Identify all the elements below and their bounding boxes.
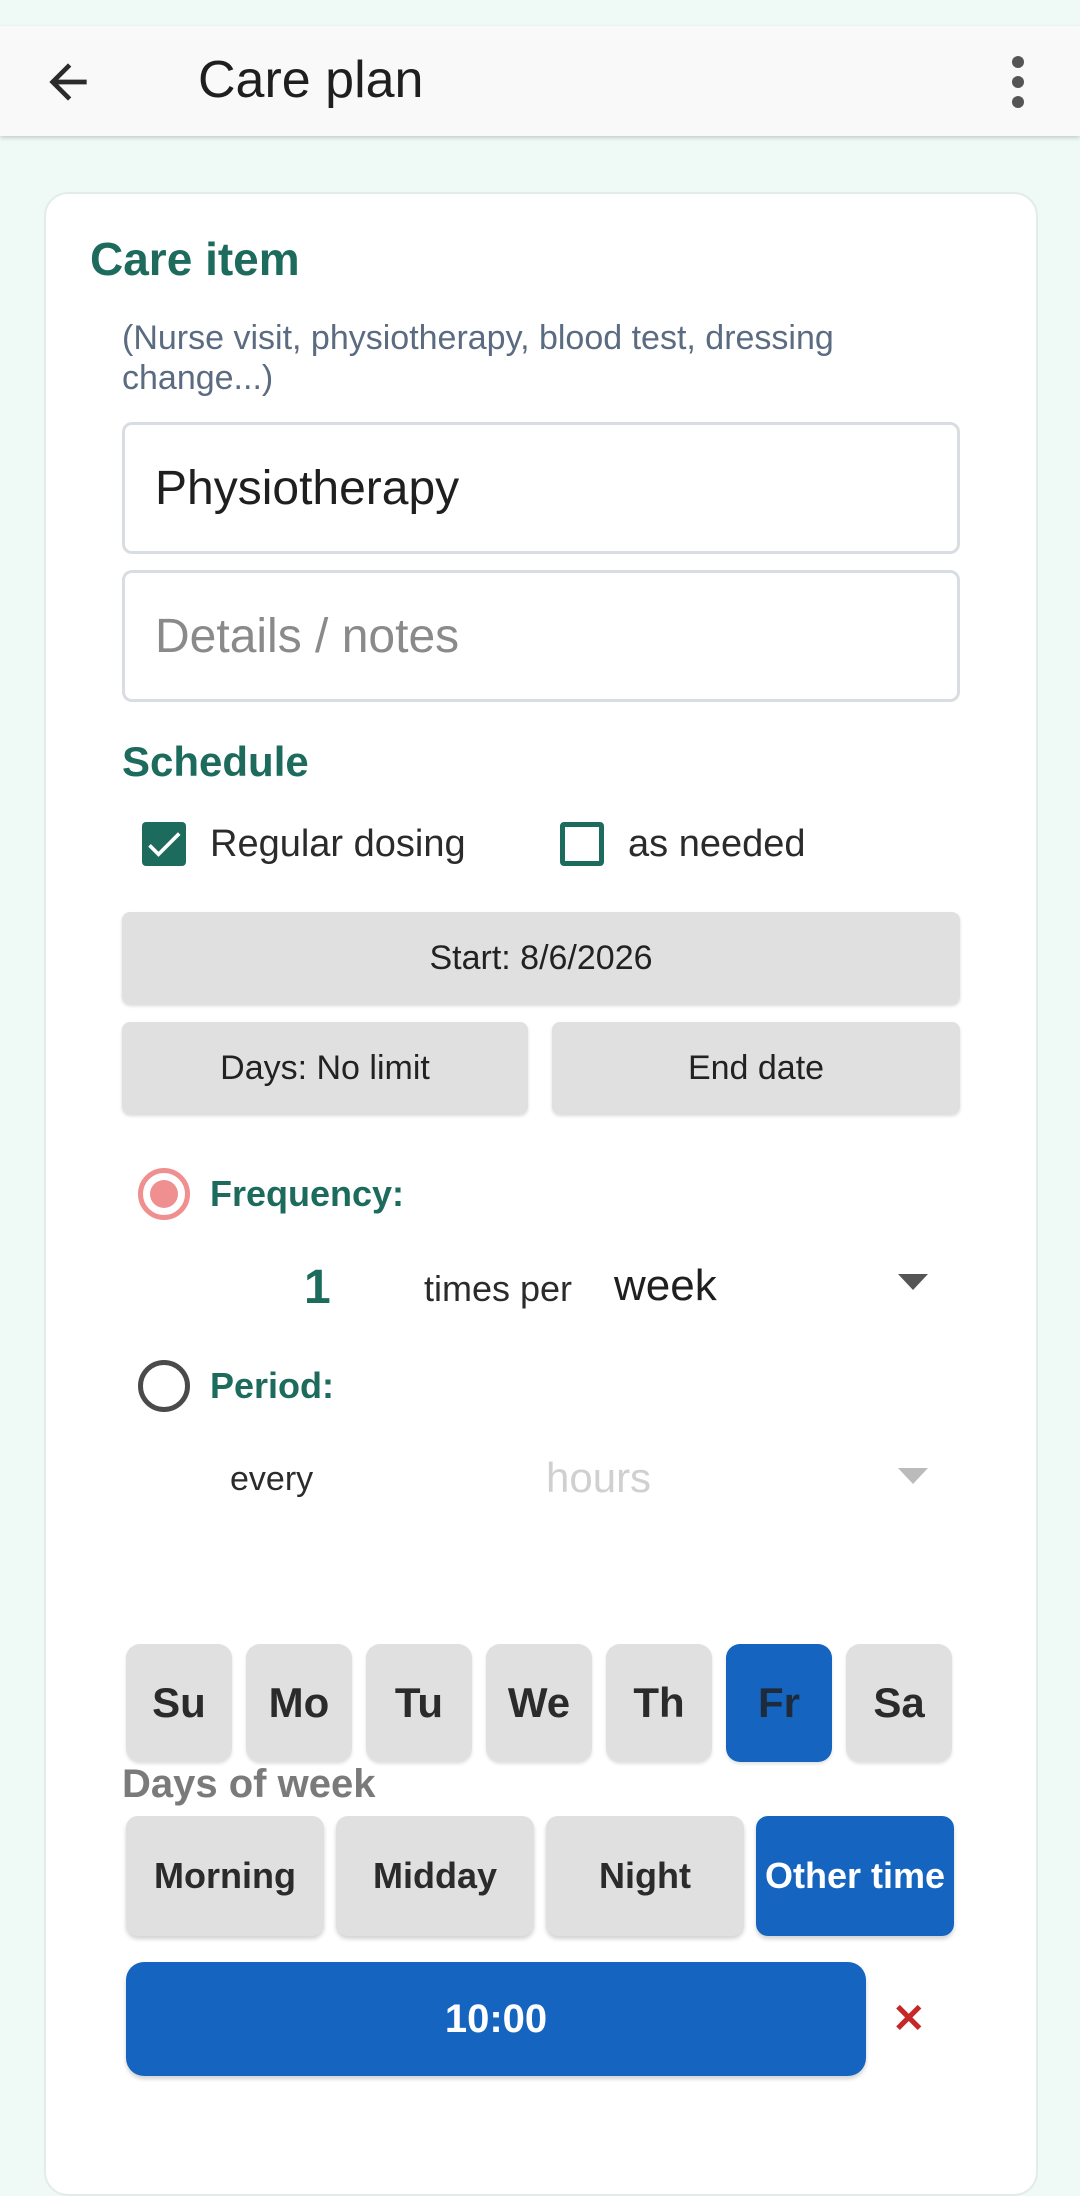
period-unit-placeholder: hours	[546, 1454, 652, 1501]
back-arrow-icon[interactable]	[40, 54, 96, 110]
checkbox-checked-icon[interactable]	[142, 822, 186, 866]
dropdown-arrow-icon	[898, 1468, 928, 1484]
time-value-button[interactable]: 10:00	[126, 1962, 866, 2076]
schedule-heading: Schedule	[122, 738, 309, 785]
radio-selected-icon[interactable]	[138, 1168, 190, 1220]
frequency-option[interactable]: Frequency:	[138, 1168, 404, 1220]
care-item-notes-input[interactable]: Details / notes	[122, 570, 960, 702]
days-limit-button[interactable]: Days: No limit	[122, 1022, 528, 1114]
days-of-week-heading: Days of week	[122, 1762, 376, 1806]
care-item-heading: Care item	[90, 233, 300, 285]
remove-time-icon[interactable]: ✕	[892, 1996, 926, 2042]
regular-dosing-label: Regular dosing	[210, 822, 466, 865]
frequency-count-input[interactable]: 1	[304, 1260, 331, 1315]
frequency-unit-value: week	[614, 1261, 717, 1310]
period-unit-select[interactable]: hours	[546, 1446, 964, 1510]
start-date-button[interactable]: Start: 8/6/2026	[122, 912, 960, 1004]
radio-unselected-icon[interactable]	[138, 1360, 190, 1412]
as-needed-option[interactable]: as needed	[560, 822, 806, 866]
time-slot-midday[interactable]: Midday	[336, 1816, 534, 1936]
care-item-name-input[interactable]: Physiotherapy	[122, 422, 960, 554]
checkbox-unchecked-icon[interactable]	[560, 822, 604, 866]
period-every-label: every	[230, 1460, 314, 1498]
period-option[interactable]: Period:	[138, 1360, 334, 1412]
day-chip-fr[interactable]: Fr	[726, 1644, 832, 1762]
more-vert-icon[interactable]	[1000, 54, 1036, 110]
day-chip-sa[interactable]: Sa	[846, 1644, 952, 1762]
frequency-unit-select[interactable]: week	[614, 1254, 964, 1318]
frequency-label: Frequency:	[210, 1173, 405, 1214]
day-chip-tu[interactable]: Tu	[366, 1644, 472, 1762]
time-slot-morning[interactable]: Morning	[126, 1816, 324, 1936]
end-date-button[interactable]: End date	[552, 1022, 960, 1114]
day-chip-su[interactable]: Su	[126, 1644, 232, 1762]
time-slot-night[interactable]: Night	[546, 1816, 744, 1936]
as-needed-label: as needed	[628, 822, 806, 865]
period-label: Period:	[210, 1365, 335, 1406]
regular-dosing-option[interactable]: Regular dosing	[142, 822, 466, 866]
times-per-label: times per	[424, 1268, 573, 1309]
day-chip-mo[interactable]: Mo	[246, 1644, 352, 1762]
day-chip-th[interactable]: Th	[606, 1644, 712, 1762]
care-item-hint: (Nurse visit, physiotherapy, blood test,…	[122, 319, 834, 397]
day-chip-we[interactable]: We	[486, 1644, 592, 1762]
app-bar: Care plan	[0, 26, 1080, 136]
time-slot-other[interactable]: Other time	[756, 1816, 954, 1936]
page-title: Care plan	[198, 51, 424, 109]
dropdown-arrow-icon	[898, 1274, 928, 1290]
